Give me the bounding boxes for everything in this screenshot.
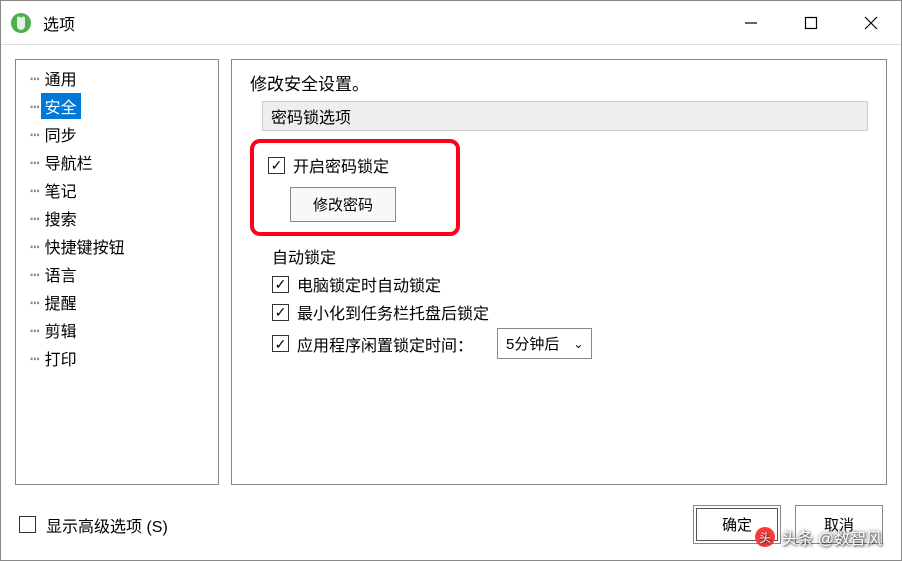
password-section-header: 密码锁选项 — [262, 101, 868, 131]
close-button[interactable] — [841, 1, 901, 45]
app-icon — [9, 11, 33, 35]
sidebar-item-search[interactable]: ⋯搜索 — [30, 204, 218, 232]
window-title: 选项 — [43, 11, 75, 35]
enable-password-checkbox[interactable] — [268, 157, 285, 174]
show-advanced-label: 显示高级选项 (S) — [46, 513, 679, 537]
content-area: ⋯通用 ⋯安全 ⋯同步 ⋯导航栏 ⋯笔记 ⋯搜索 ⋯快捷键按钮 ⋯语言 ⋯提醒 … — [1, 45, 901, 493]
autolock-header: 自动锁定 — [272, 244, 868, 268]
idle-lock-checkbox[interactable] — [272, 335, 289, 352]
minimize-button[interactable] — [721, 1, 781, 45]
sidebar-item-note[interactable]: ⋯笔记 — [30, 176, 218, 204]
section-description: 修改安全设置。 — [250, 70, 868, 95]
change-password-button[interactable]: 修改密码 — [290, 187, 396, 222]
lock-on-minimize-checkbox[interactable] — [272, 304, 289, 321]
lock-on-minimize-label: 最小化到任务栏托盘后锁定 — [297, 300, 489, 324]
idle-lock-label: 应用程序闲置锁定时间： — [297, 332, 473, 356]
chevron-down-icon: ⌄ — [573, 337, 583, 351]
sidebar-item-nav[interactable]: ⋯导航栏 — [30, 148, 218, 176]
sidebar-item-general[interactable]: ⋯通用 — [30, 64, 218, 92]
footer: 显示高级选项 (S) 确定 取消 — [1, 493, 901, 560]
idle-time-value: 5分钟后 — [506, 333, 559, 354]
sidebar-item-reminder[interactable]: ⋯提醒 — [30, 288, 218, 316]
sidebar-item-clipper[interactable]: ⋯剪辑 — [30, 316, 218, 344]
sidebar-item-security[interactable]: ⋯安全 — [30, 92, 218, 120]
lock-on-computer-lock-label: 电脑锁定时自动锁定 — [297, 272, 441, 296]
lock-on-computer-lock-checkbox[interactable] — [272, 276, 289, 293]
highlight-box: 开启密码锁定 修改密码 — [250, 139, 460, 236]
ok-button[interactable]: 确定 — [693, 505, 781, 544]
titlebar: 选项 — [1, 1, 901, 45]
sidebar-item-language[interactable]: ⋯语言 — [30, 260, 218, 288]
maximize-button[interactable] — [781, 1, 841, 45]
idle-time-dropdown[interactable]: 5分钟后 ⌄ — [497, 328, 592, 359]
main-panel: 修改安全设置。 密码锁选项 开启密码锁定 修改密码 自动锁定 电脑锁定时自动锁定… — [231, 59, 887, 485]
sidebar-item-shortcut[interactable]: ⋯快捷键按钮 — [30, 232, 218, 260]
cancel-button[interactable]: 取消 — [795, 505, 883, 544]
sidebar-item-print[interactable]: ⋯打印 — [30, 344, 218, 372]
sidebar: ⋯通用 ⋯安全 ⋯同步 ⋯导航栏 ⋯笔记 ⋯搜索 ⋯快捷键按钮 ⋯语言 ⋯提醒 … — [15, 59, 219, 485]
show-advanced-checkbox[interactable] — [19, 516, 36, 533]
enable-password-label: 开启密码锁定 — [293, 153, 389, 177]
sidebar-item-sync[interactable]: ⋯同步 — [30, 120, 218, 148]
